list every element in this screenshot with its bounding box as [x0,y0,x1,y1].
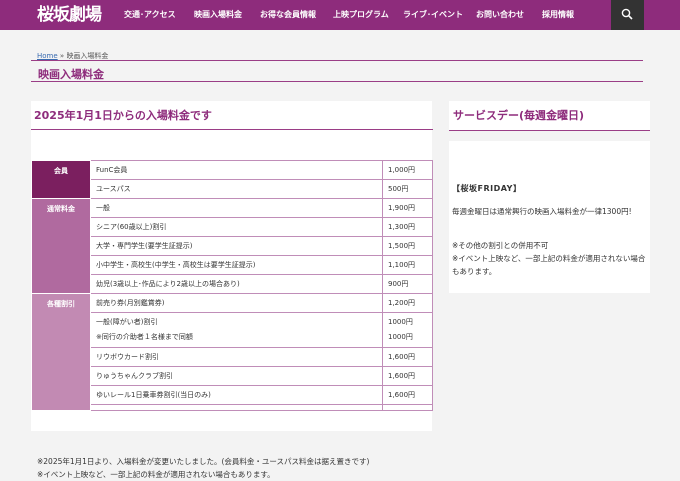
row-name-line: ※同行の介助者１名様まで同額 [96,333,193,341]
row-empty-price [382,404,433,411]
top-nav-bar: 桜坂劇場 交通･アクセス 映画入場料金 お得な会員情報 上映プログラム ライブ･… [0,0,680,30]
row-price: 1,300円 [382,217,433,237]
price-table: 会員 FunC会員 1,000円 ユースパス 500円 通常料金 一般 1,90… [31,160,433,411]
note-line: ※イベント上映など、一部上記の料金が適用されない場合もあります。 [37,470,275,479]
sakurazaka-friday-label: 【桜坂FRIDAY】 [452,184,522,193]
service-day-heading: サービスデー(毎週金曜日) [453,109,585,122]
nav-member-info[interactable]: お得な会員情報 [260,0,316,30]
row-price: 1,900円 [382,198,433,218]
nav-access[interactable]: 交通･アクセス [124,0,176,30]
breadcrumb-current: 映画入場料金 [66,52,109,60]
service-day-heading-block: サービスデー(毎週金曜日) [449,101,650,131]
nav-recruit[interactable]: 採用情報 [542,0,574,30]
row-name: ユースパス [90,179,383,199]
table-row: シニア(60歳以上)割引 1,300円 [32,217,433,237]
row-name: 幼児(3歳以上･作品により2歳以上の場合あり) [90,274,383,294]
table-row: ゆいレール1日乗車券割引(当日のみ) 1,600円 [32,385,433,405]
service-day-note: ※その他の割引との併用不可 [452,241,549,250]
row-price: 1,600円 [382,347,433,367]
row-price: 500円 [382,179,433,199]
row-name: シニア(60歳以上)割引 [90,217,383,237]
search-icon [621,8,633,20]
category-regular: 通常料金 [31,198,91,294]
table-row: 大学・専門学生(要学生証提示) 1,500円 [32,236,433,256]
title-top-divider [31,60,643,61]
row-name-line: 一般(障がい者)割引 [96,318,158,326]
nav-program[interactable]: 上映プログラム [333,0,389,30]
service-day-note: ※イベント上映など、一部上記の料金が適用されない場合もあります。 [452,254,646,276]
row-price-line: 1000円 [388,318,413,326]
price-notes: ※2025年1月1日より、入場料金が変更いたしました。(会員料金・ユースパス料金… [37,455,369,481]
breadcrumb-separator: » [59,52,65,60]
row-price: 1,000円 [382,160,433,180]
nav-contact[interactable]: お問い合わせ [476,0,524,30]
price-heading-block: 2025年1月1日からの入場料金です [31,101,433,130]
row-name: りゅうちゃんクラブ割引 [90,366,383,386]
row-price: 900円 [382,274,433,294]
row-name: FunC会員 [90,160,383,180]
row-name: リウボウカード割引 [90,347,383,367]
row-price: 1000円 1000円 [382,312,433,348]
table-row: ユースパス 500円 [32,179,433,199]
row-name: ゆいレール1日乗車券割引(当日のみ) [90,385,383,405]
note-line: ※2025年1月1日より、入場料金が変更いたしました。(会員料金・ユースパス料金… [37,457,370,466]
table-row: 会員 FunC会員 1,000円 [31,160,433,199]
search-button[interactable] [611,0,644,30]
nav-live-event[interactable]: ライブ･イベント [403,0,463,30]
category-member: 会員 [31,160,91,199]
row-price: 1,600円 [382,366,433,386]
table-row: 幼児(3歳以上･作品により2歳以上の場合あり) 900円 [32,274,433,294]
table-row-empty [32,404,433,411]
row-price: 1,600円 [382,385,433,405]
row-price: 1,500円 [382,236,433,256]
title-bottom-divider [31,81,643,82]
table-row: 各種割引 前売り券(月別鑑賞券) 1,200円 [31,293,433,411]
nav-movie-prices[interactable]: 映画入場料金 [194,0,242,30]
row-name: 前売り券(月別鑑賞券) [90,293,383,313]
row-name: 小中学生・高校生(中学生・高校生は要学生証提示) [90,255,383,275]
category-discount: 各種割引 [31,293,91,411]
breadcrumb-home-link[interactable]: Home [37,52,58,60]
row-empty [90,404,383,411]
site-logo[interactable]: 桜坂劇場 [37,3,102,27]
table-row: 一般(障がい者)割引 ※同行の介助者１名様まで同額 1000円 1000円 [32,312,433,348]
table-row: リウボウカード割引 1,600円 [32,347,433,367]
table-row: りゅうちゃんクラブ割引 1,600円 [32,366,433,386]
row-price-line: 1000円 [388,333,413,341]
row-name: 一般 [90,198,383,218]
row-name: 一般(障がい者)割引 ※同行の介助者１名様まで同額 [90,312,383,348]
row-price: 1,100円 [382,255,433,275]
row-name: 大学・専門学生(要学生証提示) [90,236,383,256]
row-price: 1,200円 [382,293,433,313]
price-heading: 2025年1月1日からの入場料金です [34,109,212,122]
page-title: 映画入場料金 [38,68,104,81]
service-day-text: 毎週金曜日は通常興行の映画入場料金が一律1300円! [452,207,632,216]
table-row: 小中学生・高校生(中学生・高校生は要学生証提示) 1,100円 [32,255,433,275]
table-row: 通常料金 一般 1,900円 [31,198,433,294]
